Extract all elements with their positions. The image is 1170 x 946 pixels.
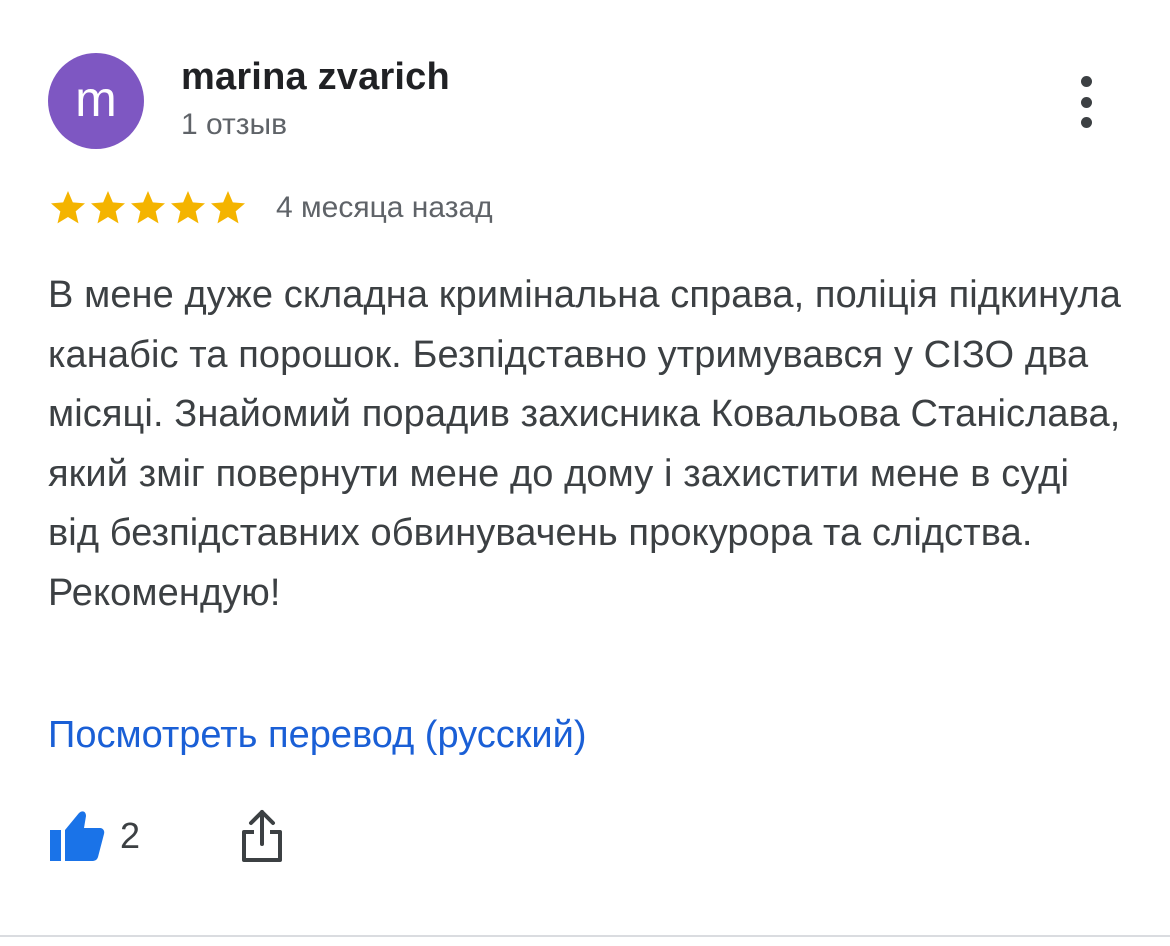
share-icon (242, 810, 283, 862)
more-vertical-icon-dot (1080, 96, 1092, 108)
review-time: 4 месяца назад (276, 191, 493, 224)
thumbs-up-icon (50, 811, 105, 861)
avatar[interactable]: m (48, 53, 144, 149)
review-card: m marina zvarich 1 отзыв 4 месяца назад … (0, 0, 1170, 946)
divider (0, 935, 1170, 937)
like-count: 2 (120, 815, 141, 856)
rating-row: 4 месяца назад (48, 186, 493, 230)
star-icon (131, 191, 165, 224)
review-actions: 2 (48, 806, 284, 866)
star-icon (171, 191, 205, 224)
review-text: В мене дуже складна кримінальна справа, … (48, 274, 1121, 614)
star-icon (91, 191, 125, 224)
more-vertical-icon-dot (1080, 117, 1092, 128)
author-name[interactable]: marina zvarich (181, 56, 450, 99)
more-vertical-icon (1080, 76, 1092, 87)
translate-link[interactable]: Посмотреть перевод (русский) (48, 714, 586, 757)
share-button[interactable] (240, 808, 284, 864)
avatar-letter: m (75, 71, 117, 127)
like-button[interactable]: 2 (48, 809, 140, 863)
star-icon (51, 191, 85, 224)
more-options-button[interactable] (1066, 70, 1106, 134)
author-review-count: 1 отзыв (181, 108, 288, 141)
star-icon (211, 191, 245, 224)
star-rating (48, 188, 248, 228)
